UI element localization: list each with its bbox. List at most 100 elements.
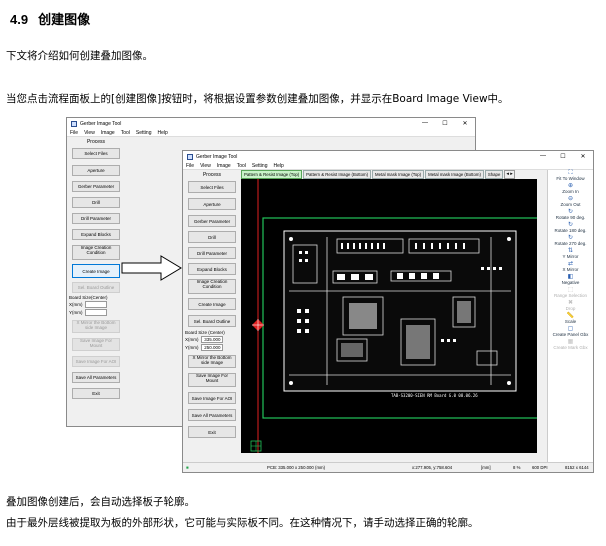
description-paragraph: 当您点击流程面板上的[创建图像]按钮时，将根据设置参数创建叠加图像，并显示在Bo… [6,93,509,105]
process-label: Process [202,172,222,178]
tool-label: Zoom In [562,189,579,194]
menu-image[interactable]: Image [217,163,231,169]
status-dpi: 600 DPI [532,465,548,470]
save-all-parameters-button[interactable]: Save All Parameters [188,409,236,421]
board-size-x-row: X(mm) [67,301,125,308]
aperture-button[interactable]: Aperture [188,198,236,210]
status-bar: ■ PCB: 335.000 x 250.000 (mm) x:277.905,… [183,462,593,472]
tool-negative[interactable]: ◧ Negative [548,274,593,285]
front-menubar: File View Image Tool Setting Help [183,162,593,170]
board-size-x-row: X(mm) 335.000 [183,336,241,343]
menu-file[interactable]: File [70,130,78,136]
pcb-image: TAB-S3200-SIEN RM Board G.0 08.06.26 [250,179,537,453]
gerber-parameter-button[interactable]: Gerber Parameter [188,215,236,227]
save-all-parameters-button[interactable]: Save All Parameters [72,372,120,383]
aperture-button[interactable]: Aperture [72,165,120,176]
y-field[interactable]: 250.000 [200,344,223,351]
image-creation-condition-button[interactable]: Image Creation Condition [188,279,236,294]
maximize-icon[interactable]: ☐ [553,153,573,160]
save-image-aoi-button[interactable]: Save Image For AOI [188,392,236,404]
board-size-y-row: Y(mm) [67,309,125,316]
tool-label: Range Selection [553,293,588,298]
tool-label: Rotate 180 deg. [554,228,587,233]
save-image-aoi-button[interactable]: Save Image For AOI [72,356,120,367]
tool-create-panel-gbx[interactable]: ▢ Create Panel Gbx [548,326,593,337]
gerber-parameter-button[interactable]: Gerber Parameter [72,181,120,192]
tool-y-mirror[interactable]: ⇅ Y Mirror [548,248,593,259]
tool-create-mark-gbx[interactable]: ▦ Create Mark Gbx [548,339,593,350]
tool-range-selection[interactable]: ⬚ Range Selection [548,287,593,298]
select-files-button[interactable]: Select Files [188,181,236,193]
front-window-title: Gerber Image Tool [196,153,238,160]
tab-metal-mask-top[interactable]: Metal mask Image (Top) [372,170,425,179]
tool-label: Negative [561,280,580,285]
drill-parameter-button[interactable]: Drill Parameter [188,247,236,259]
save-image-mount-button[interactable]: Save Image For Mount [72,338,120,351]
front-window: Gerber Image Tool — ☐ ✕ File View Image … [182,150,594,473]
tool-label: Rotate 90 deg. [555,215,586,220]
minimize-icon[interactable]: — [533,153,553,160]
x-field[interactable] [84,301,107,308]
exit-button[interactable]: Exit [188,426,236,438]
menu-help[interactable]: Help [273,163,283,169]
sel-board-outline-button[interactable]: Sel. Board Outline [72,282,120,293]
status-indicator-icon: ■ [186,465,189,470]
menu-help[interactable]: Help [157,130,167,136]
maximize-icon[interactable]: ☐ [435,120,455,127]
expand-blocks-button[interactable]: Expand Blocks [188,263,236,275]
close-icon[interactable]: ✕ [455,120,475,127]
select-files-button[interactable]: Select Files [72,148,120,159]
expand-blocks-button[interactable]: Expand Blocks [72,229,120,240]
tool-x-mirror[interactable]: ⇄ X Mirror [548,261,593,272]
x-field[interactable]: 335.000 [200,336,223,343]
tab-pattern-resist-bottom[interactable]: Pattern & Resist Image (Bottom) [303,170,372,179]
tool-fit-to-window[interactable]: ⛶ Fit To Window [548,170,593,181]
close-icon[interactable]: ✕ [573,153,593,160]
pcb-silkscreen-label: TAB-S3200-SIEN RM Board G.0 08.06.26 [391,393,478,398]
status-image-size: 8152 x 6144 [565,465,589,470]
tool-label: Scale [564,319,577,324]
tool-zoom-out[interactable]: ⊖ Zoom Out [548,196,593,207]
tool-drop[interactable]: ✖ Drop [548,300,593,311]
minimize-icon[interactable]: — [415,120,435,127]
tab-scroll-arrows[interactable]: ◂ ▸ [504,170,515,179]
tab-metal-mask-bottom[interactable]: Metal mask Image (Bottom) [425,170,484,179]
menu-setting[interactable]: Setting [252,163,268,169]
create-image-button[interactable]: Create Image [72,264,120,278]
back-menubar: File View Image Tool Setting Help [67,129,475,137]
intro-paragraph: 下文将介绍如何创建叠加图像。 [6,50,153,62]
front-titlebar: Gerber Image Tool — ☐ ✕ [183,151,593,162]
menu-setting[interactable]: Setting [136,130,152,136]
y-field[interactable] [84,309,107,316]
tool-rotate-270[interactable]: ↻ Rotate 270 deg. [548,235,593,246]
save-image-mount-button[interactable]: Save Image For Mount [188,373,236,387]
menu-view[interactable]: View [84,130,95,136]
exit-button[interactable]: Exit [72,388,120,399]
tool-label: X Mirror [562,267,579,272]
tool-scale[interactable]: 📏 Scale [548,313,593,324]
drill-button[interactable]: Drill [72,197,120,208]
tool-label: Rotate 270 deg. [554,241,587,246]
status-pcb-size: PCB: 335.000 x 250.000 (mm) [267,465,326,470]
menu-view[interactable]: View [200,163,211,169]
status-cursor: x:277.905, y:758.604 [412,465,453,470]
tool-rotate-90[interactable]: ↻ Rotate 90 deg. [548,209,593,220]
sel-board-outline-button[interactable]: Sel. Board Outline [188,315,236,327]
menu-image[interactable]: Image [101,130,115,136]
tool-rotate-180[interactable]: ↻ Rotate 180 deg. [548,222,593,233]
x-mirror-bottom-button[interactable]: X Mirror the Bottom side Image [188,355,236,368]
create-image-button[interactable]: Create Image [188,298,236,310]
tool-zoom-in[interactable]: ⊕ Zoom In [548,183,593,194]
menu-file[interactable]: File [186,163,194,169]
tab-pattern-resist-top[interactable]: Pattern & Resist Image (Top) [241,170,303,179]
x-mirror-bottom-button[interactable]: X Mirror the Bottom side Image [72,320,120,333]
tab-shape[interactable]: Shape [484,170,504,179]
menu-tool[interactable]: Tool [121,130,130,136]
x-label: X(mm) [185,337,199,342]
board-image-view[interactable]: TAB-S3200-SIEN RM Board G.0 08.06.26 [241,179,537,453]
image-creation-condition-button[interactable]: Image Creation Condition [72,245,120,260]
front-process-panel: Process Select Files Aperture Gerber Par… [183,170,241,472]
drill-parameter-button[interactable]: Drill Parameter [72,213,120,224]
drill-button[interactable]: Drill [188,231,236,243]
menu-tool[interactable]: Tool [237,163,246,169]
